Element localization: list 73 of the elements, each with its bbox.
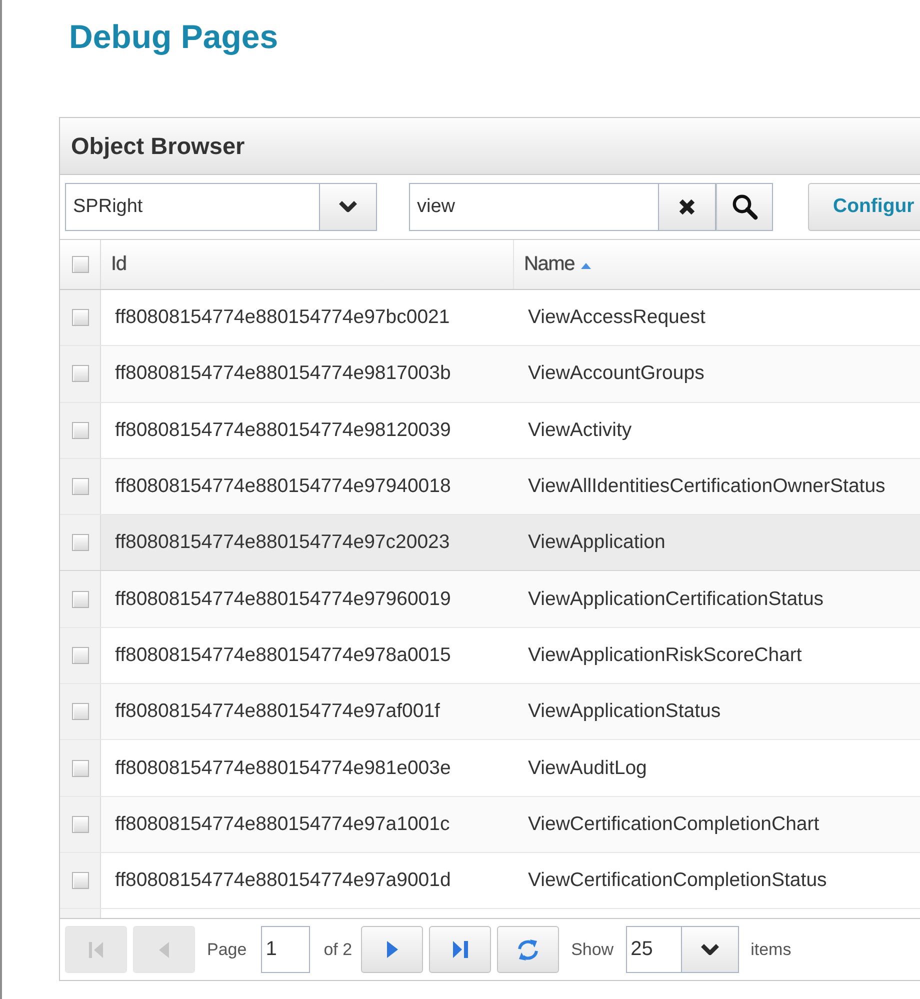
row-checkbox[interactable] (72, 422, 89, 439)
id-cell-text: ff80808154774e880154774e9817003b (114, 362, 452, 386)
close-icon (677, 196, 697, 216)
name-cell-text: ViewApplicationStatus (527, 700, 721, 724)
id-cell-text: ff80808154774e880154774e97960019 (114, 588, 452, 611)
table-row[interactable]: ff80808154774e880154774e98120039 ViewActivity (60, 402, 920, 459)
name-cell-text: ViewAllIdentitiesCertificationOwnerStatus (527, 475, 886, 498)
id-cell-text: ff80808154774e880154774e97bc0021 (114, 306, 451, 330)
name-cell-text: ViewAccountGroups (527, 362, 704, 386)
search-icon (730, 192, 758, 220)
next-page-icon (386, 941, 398, 958)
row-checkbox[interactable] (72, 309, 89, 326)
column-header[interactable]: Name (514, 240, 920, 289)
name-cell-text: ViewCertificationCompletionStatus (527, 869, 827, 892)
table-row[interactable]: ff80808154774e880154774e978a0015 ViewApplicationRiskScoreChart (60, 628, 920, 684)
first-page-icon (89, 942, 103, 958)
name-cell-text: ViewApplicationRiskScoreChart (527, 644, 802, 667)
page-size-dropdown-button[interactable] (682, 926, 739, 974)
name-cell-text: ViewCertificationCompletionChart (527, 812, 820, 836)
previous-page-icon (159, 942, 169, 958)
id-cell-text: ff80808154774e880154774e98120039 (114, 418, 452, 442)
table-row[interactable]: ff80808154774e880154774e9817003b ViewAccountGroups (60, 346, 920, 403)
next-page-button[interactable] (361, 926, 424, 974)
row-checkbox[interactable] (72, 365, 89, 382)
table-row[interactable]: ff80808154774e880154774e97960019 ViewApplicationCertificationStatus (60, 571, 920, 628)
search-field[interactable]: view (409, 182, 659, 230)
id-cell-text: ff80808154774e880154774e97c20023 (114, 531, 451, 554)
table-row[interactable]: ff80808154774e880154774e97a1001c ViewCertificationCompletionChart (60, 796, 920, 853)
id-cell-text: ff80808154774e880154774e97a1001c (114, 812, 451, 836)
row-checkbox[interactable] (72, 646, 89, 664)
dropdown-button[interactable] (320, 182, 377, 230)
column-header[interactable]: Id (101, 240, 514, 289)
row-checkbox[interactable] (72, 703, 89, 720)
id-cell-text: ff80808154774e880154774e97af001f (114, 700, 441, 724)
page-size-field[interactable]: 25 (626, 926, 682, 974)
search-button[interactable] (716, 182, 773, 230)
id-cell-text: ff80808154774e880154774e978a0015 (114, 644, 452, 667)
row-checkbox[interactable] (72, 534, 89, 552)
table-row[interactable]: ff80808154774e880154774e97af001f ViewApplicationStatus (60, 684, 920, 740)
chevron-down-icon (700, 943, 720, 956)
row-checkbox[interactable] (72, 872, 89, 890)
row-checkbox[interactable] (72, 760, 89, 777)
id-cell-text: ff80808154774e880154774e97940018 (114, 475, 452, 498)
table-row[interactable]: ff80808154774e880154774e981e003e ViewAuditLog (60, 740, 920, 797)
page-label: Page (207, 940, 247, 960)
show-label: Show (571, 940, 614, 960)
name-cell-text: ViewApplicationCertificationStatus (527, 588, 824, 611)
refresh-button[interactable] (497, 926, 560, 974)
name-cell-text: ViewApplication (527, 531, 666, 554)
items-label: items (750, 940, 792, 960)
class-select-field[interactable]: SPRight (65, 182, 320, 230)
last-page-icon (452, 941, 468, 958)
clear-search-button[interactable] (659, 182, 716, 230)
id-cell-text: ff80808154774e880154774e97a9001d (114, 869, 452, 892)
name-cell-text: ViewAuditLog (527, 756, 647, 780)
table-row[interactable]: ff80808154774e880154774e97c20023 ViewApplication (60, 515, 920, 572)
table-row[interactable]: ff80808154774e880154774e97bc0021 ViewAccessRequest (60, 290, 920, 346)
page-number-field[interactable]: 1 (260, 926, 310, 974)
id-cell-text: ff80808154774e880154774e981e003e (114, 756, 452, 780)
row-checkbox[interactable] (72, 816, 89, 833)
name-cell-text: ViewActivity (527, 418, 632, 442)
last-page-button[interactable] (429, 926, 492, 974)
name-cell-text: ViewAccessRequest (527, 306, 706, 330)
configure-button[interactable]: Configur (808, 182, 920, 230)
chevron-down-icon (338, 200, 358, 213)
select-all-checkbox[interactable] (72, 256, 88, 273)
table-row[interactable]: ff80808154774e880154774e97a9001d ViewCertificationCompletionStatus (60, 852, 920, 910)
row-checkbox[interactable] (72, 590, 89, 608)
row-checkbox[interactable] (72, 478, 89, 496)
page-title: Debug Pages (69, 17, 278, 57)
page-count-label: of 2 (324, 940, 352, 960)
panel-title: Object Browser (71, 132, 245, 160)
table-row[interactable]: ff80808154774e880154774e97940018 ViewAllIdentitiesCertificationOwnerStatus (60, 458, 920, 516)
